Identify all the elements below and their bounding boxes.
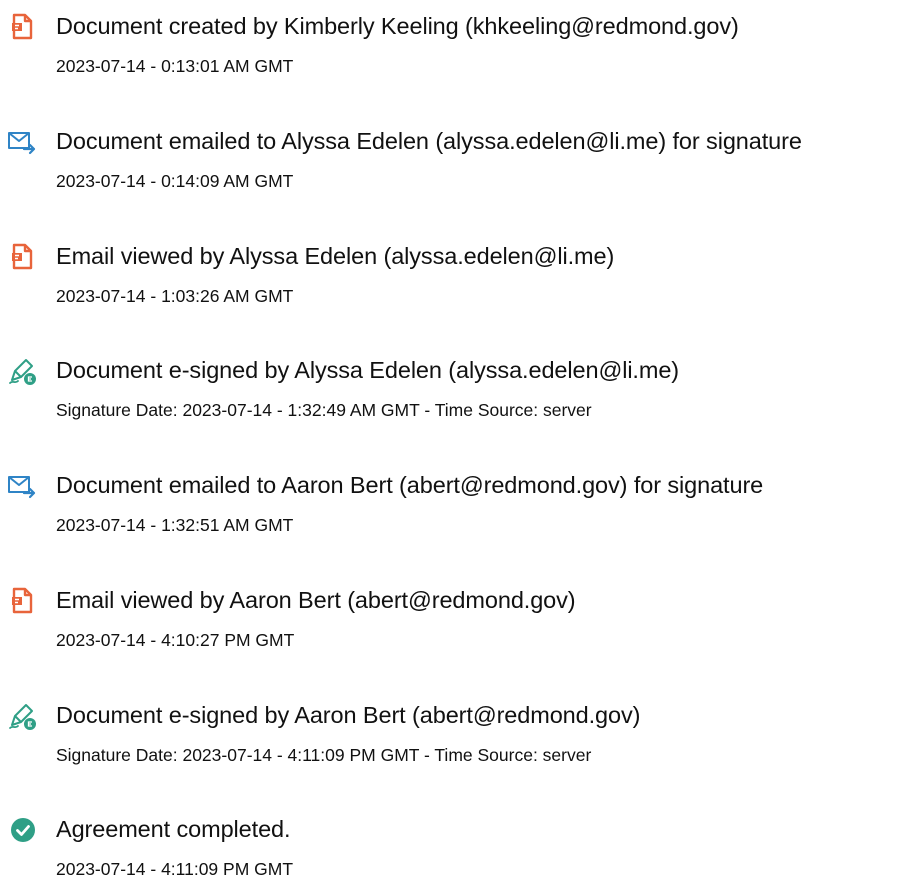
event-title: Email viewed by Alyssa Edelen (alyssa.ed… (56, 243, 615, 269)
history-event: Email viewed by Alyssa Edelen (alyssa.ed… (0, 230, 912, 320)
event-timestamp: 2023-07-14 - 1:32:51 AM GMT (56, 515, 294, 535)
event-timestamp: 2023-07-14 - 0:14:09 AM GMT (56, 171, 294, 191)
history-event: Document e-signed by Alyssa Edelen (alys… (0, 344, 912, 434)
document-icon (7, 242, 37, 272)
history-event: Document emailed to Aaron Bert (abert@re… (0, 459, 912, 549)
event-title: Document emailed to Aaron Bert (abert@re… (56, 472, 764, 498)
event-timestamp: 2023-07-14 - 4:11:09 PM GMT (56, 859, 294, 879)
event-timestamp: 2023-07-14 - 0:13:01 AM GMT (56, 56, 294, 76)
event-title: Agreement completed. (56, 816, 291, 842)
event-timestamp: Signature Date: 2023-07-14 - 4:11:09 PM … (56, 745, 592, 765)
esign-pen-icon (7, 701, 37, 731)
event-timestamp: 2023-07-14 - 1:03:26 AM GMT (56, 286, 294, 306)
event-title: Document e-signed by Alyssa Edelen (alys… (56, 357, 680, 383)
history-event: Document e-signed by Aaron Bert (abert@r… (0, 689, 912, 779)
email-sent-icon (7, 127, 37, 157)
event-timestamp: 2023-07-14 - 4:10:27 PM GMT (56, 630, 295, 650)
history-event: Email viewed by Aaron Bert (abert@redmon… (0, 574, 912, 664)
document-icon (7, 586, 37, 616)
history-event: Document created by Kimberly Keeling (kh… (0, 0, 912, 90)
event-title: Email viewed by Aaron Bert (abert@redmon… (56, 587, 576, 613)
event-title: Document e-signed by Aaron Bert (abert@r… (56, 702, 641, 728)
history-event: Document emailed to Alyssa Edelen (alyss… (0, 115, 912, 205)
check-circle-icon (7, 815, 37, 845)
event-timestamp: Signature Date: 2023-07-14 - 1:32:49 AM … (56, 400, 592, 420)
email-sent-icon (7, 471, 37, 501)
document-icon (7, 12, 37, 42)
event-title: Document created by Kimberly Keeling (kh… (56, 13, 739, 39)
audit-history-list: Document created by Kimberly Keeling (kh… (0, 0, 912, 880)
esign-pen-icon (7, 356, 37, 386)
event-title: Document emailed to Alyssa Edelen (alyss… (56, 128, 802, 154)
